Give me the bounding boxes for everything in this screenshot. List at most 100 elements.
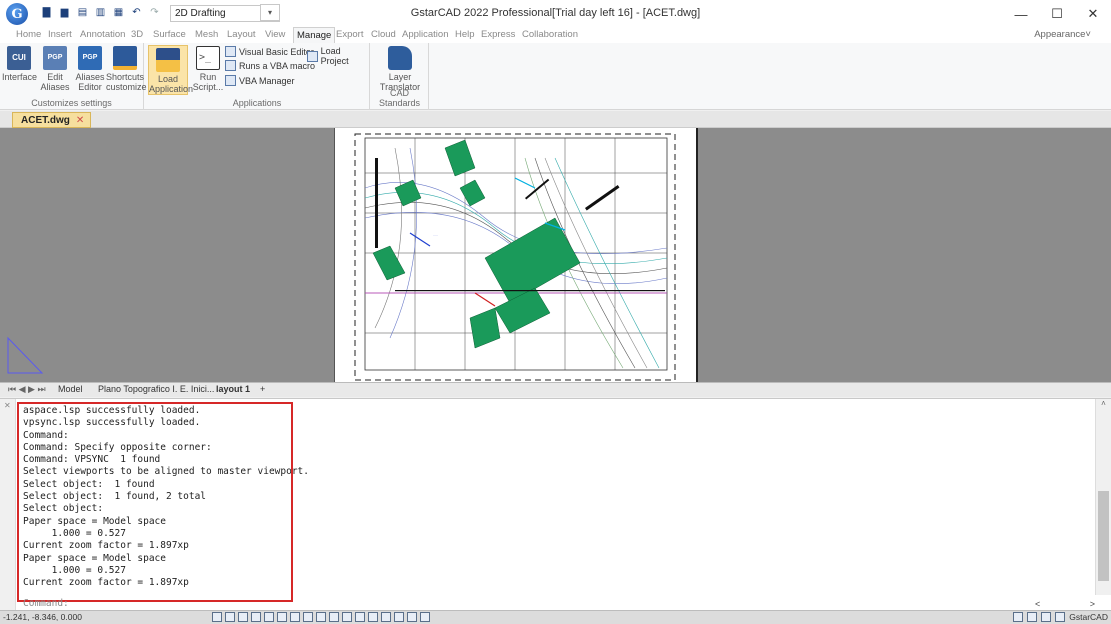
interface-button[interactable]: CUI Interface [2,46,38,82]
load-label: Load [157,74,179,84]
grid-icon[interactable] [225,612,235,622]
hardware-acceleration-icon[interactable] [407,612,417,622]
vba-manager-button[interactable]: VBA Manager [225,75,295,86]
transparency-icon[interactable] [329,612,339,622]
run-vba-macro-button[interactable]: Runs a VBA macro [225,60,315,71]
visual-basic-editor-button[interactable]: Visual Basic Editor [225,46,314,57]
gear-icon[interactable] [1013,612,1024,622]
command-line: Command: Specify opposite corner: [23,441,212,453]
status-right-area: GstarCAD [1013,612,1108,622]
app-logo-icon[interactable]: G [6,3,28,25]
tab-annotation[interactable]: Annotation [80,29,125,40]
map-annotation: ····· [433,233,438,237]
command-window-gutter[interactable]: ✕ [0,399,16,611]
vba-macro-icon [225,60,236,71]
run-script-button[interactable]: >_ Run Script... [191,46,225,92]
tab-layout[interactable]: Layout [227,29,256,40]
tab-manage[interactable]: Manage [293,27,336,43]
horizontal-scroll-buttons[interactable]: < > [1035,597,1095,610]
command-line: Select object: [23,503,104,515]
interface-label: Interface [2,72,38,82]
save-as-icon[interactable]: ▥ [94,6,107,19]
minimize-button[interactable]: — [1006,4,1036,24]
ducs-icon[interactable] [290,612,300,622]
chevron-left-icon[interactable]: < [1035,599,1040,609]
appearance-menu[interactable]: Appearance˅ [1034,29,1091,40]
coordinates-readout: -1.241, -8.346, 0.000 [3,612,82,622]
osnap-icon[interactable] [264,612,274,622]
tab-export[interactable]: Export [336,29,363,40]
ortho-icon[interactable] [238,612,248,622]
command-line: Command: VPSYNC 1 found [23,454,161,466]
quick-access-toolbar: ▇ ▆ ▤ ▥ ▦ ↶ ↷ ▾ [40,6,179,19]
tab-plano-topografico[interactable]: Plano Topografico I. E. Inici... [98,384,214,394]
tab-help[interactable]: Help [455,29,475,40]
vbe-label: Visual Basic Editor [239,46,314,57]
tab-model[interactable]: Model [58,384,83,394]
add-layout-button[interactable]: + [260,384,265,394]
notification-icon[interactable] [1027,612,1038,622]
chevron-right-icon[interactable]: > [1090,599,1095,609]
aliases-editor-button[interactable]: PGP Aliases Editor [72,46,108,92]
run-label-2: Script... [192,82,224,92]
close-button[interactable]: ✕ [1078,4,1108,24]
vba-manager-label: VBA Manager [239,75,295,86]
group-label-applications: Applications [232,98,282,108]
tab-express[interactable]: Express [481,29,515,40]
tab-home[interactable]: Home [16,29,41,40]
document-tab[interactable]: ACET.dwg ✕ [12,112,92,128]
tab-mesh[interactable]: Mesh [195,29,218,40]
drafting-toggles [212,612,430,622]
tab-insert[interactable]: Insert [48,29,72,40]
new-icon[interactable]: ▇ [40,6,53,19]
print-icon[interactable]: ▦ [112,6,125,19]
tab-collaboration[interactable]: Collaboration [522,29,578,40]
dyn-icon[interactable] [303,612,313,622]
tab-surface[interactable]: Surface [153,29,186,40]
vbe-icon [225,46,236,57]
chevron-up-icon[interactable]: ˄ [1096,399,1111,408]
tab-application[interactable]: Application [402,29,448,40]
tab-3d[interactable]: 3D [131,29,143,40]
isolate-icon[interactable] [394,612,404,622]
tab-cloud[interactable]: Cloud [371,29,396,40]
polar-icon[interactable] [251,612,261,622]
scrollbar-thumb[interactable] [1098,491,1109,581]
undo-icon[interactable]: ↶ [130,6,143,19]
annotation-scale-icon[interactable] [368,612,378,622]
tab-layout-1[interactable]: layout 1 [216,384,250,394]
layer-label: Layer [388,72,412,82]
layout-nav-buttons[interactable]: ⏮ ◀ ▶ ⏭ [8,384,46,395]
drawing-canvas[interactable]: ····· [0,128,1111,382]
maximize-button[interactable]: ☐ [1042,4,1072,24]
chevron-down-icon[interactable]: ▾ [260,4,280,21]
redo-icon[interactable]: ↷ [148,6,161,19]
selection-cycling-icon[interactable] [342,612,352,622]
edit-aliases-button[interactable]: PGP Edit Aliases [38,46,72,92]
group-cad-standards: Layer Translator CAD Standards [371,43,429,110]
snap-icon[interactable] [212,612,222,622]
group-label-cad-standards: CAD Standards [378,88,421,108]
command-scrollbar[interactable]: ˄ [1095,399,1111,595]
lock-icon[interactable] [1041,612,1052,622]
command-input[interactable]: Command: [23,598,69,609]
command-line: 1.000 = 0.527 [23,527,126,539]
otrack-icon[interactable] [277,612,287,622]
layer-translator-button[interactable]: Layer Translator [379,46,421,92]
close-icon[interactable]: ✕ [76,115,84,126]
workspace-icon[interactable] [381,612,391,622]
load-project-button[interactable]: Load Project [307,46,369,66]
network-icon[interactable] [1055,612,1066,622]
3d-osnap-icon[interactable] [355,612,365,622]
close-icon[interactable]: ✕ [0,399,15,410]
shortcuts-customize-button[interactable]: Shortcuts customize [106,46,147,92]
vba-manager-icon [225,75,236,86]
clean-screen-icon[interactable] [420,612,430,622]
tab-view[interactable]: View [265,29,285,40]
save-icon[interactable]: ▤ [76,6,89,19]
cui-icon: CUI [7,46,31,70]
lineweight-icon[interactable] [316,612,326,622]
pgp-edit-icon: PGP [43,46,67,70]
load-application-button[interactable]: Load Application [148,45,193,95]
open-icon[interactable]: ▆ [58,6,71,19]
